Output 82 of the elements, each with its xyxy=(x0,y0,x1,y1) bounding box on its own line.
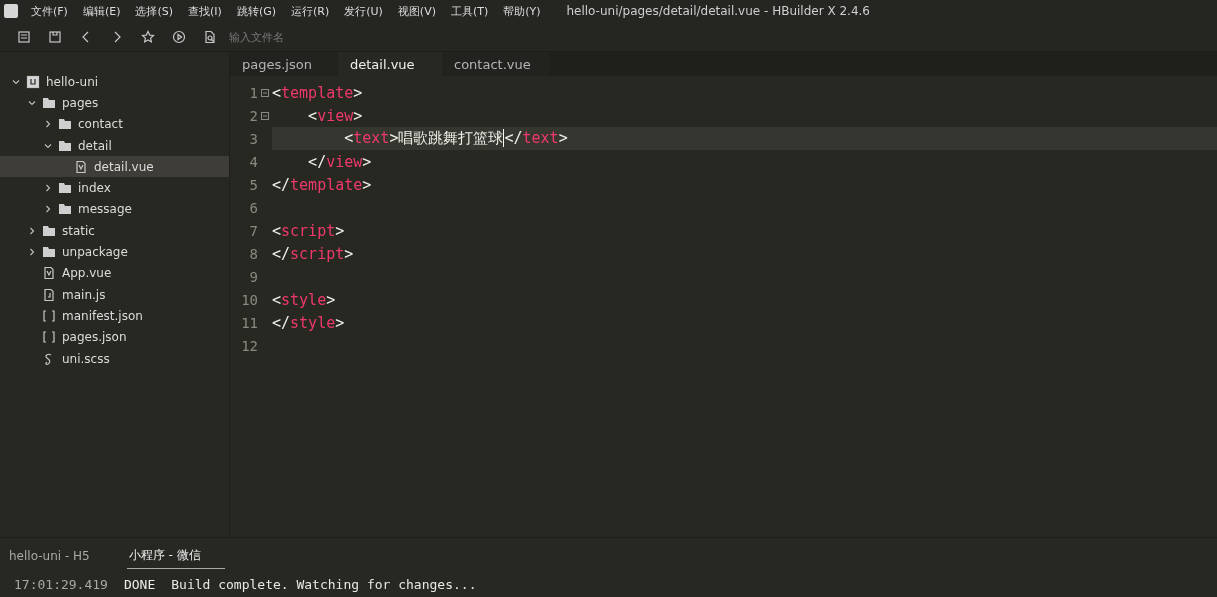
code-line: </script> xyxy=(272,244,354,263)
vue-file-icon xyxy=(74,159,88,174)
line-number: 1 xyxy=(248,84,258,101)
line-number: 8 xyxy=(248,245,258,262)
console-tab[interactable]: 小程序 - 微信 xyxy=(126,541,225,569)
code-line: </view> xyxy=(307,152,372,171)
fold-icon[interactable] xyxy=(261,88,269,97)
code-line: <view> xyxy=(307,106,363,125)
tree-item[interactable]: pages xyxy=(0,92,229,114)
tree-item[interactable]: static xyxy=(0,220,229,242)
outline-icon xyxy=(16,29,31,44)
collapsed-chevron-icon[interactable] xyxy=(28,248,36,256)
fold-icon[interactable] xyxy=(261,111,269,120)
folder-icon xyxy=(58,182,72,195)
menu-item[interactable]: 视图(V) xyxy=(397,3,436,19)
tree-item[interactable]: pages.json xyxy=(0,326,229,348)
play-icon xyxy=(171,29,186,44)
code-line: <style> xyxy=(272,290,336,309)
code-line: <script> xyxy=(272,221,345,240)
line-number: 5 xyxy=(248,176,258,193)
tree-item[interactable]: hello-uni xyxy=(0,71,229,93)
tree-item[interactable]: main.js xyxy=(0,283,229,306)
file-search-field[interactable]: 输入文件名 xyxy=(227,29,427,44)
collapsed-chevron-icon[interactable] xyxy=(44,184,52,193)
json-file-icon xyxy=(42,308,56,323)
log-time: 17:01:29.419 xyxy=(14,577,108,592)
search-icon xyxy=(202,29,217,44)
line-number: 12 xyxy=(240,337,258,354)
folder-icon xyxy=(42,96,56,109)
menu-item[interactable]: 选择(S) xyxy=(135,3,174,19)
line-number: 3 xyxy=(248,130,258,147)
vue-file-icon xyxy=(42,266,56,281)
app-logo-icon xyxy=(4,4,18,18)
line-number: 4 xyxy=(248,153,258,170)
menu-item[interactable]: 运行(R) xyxy=(291,3,330,19)
tree-item[interactable]: index xyxy=(0,177,229,199)
collapsed-chevron-icon[interactable] xyxy=(44,120,52,129)
folder-icon xyxy=(42,246,56,258)
menu-item[interactable]: 工具(T) xyxy=(450,3,489,19)
log-message: Build complete. Watching for changes... xyxy=(171,577,477,592)
log-status: DONE xyxy=(123,577,156,592)
star-icon xyxy=(140,29,155,44)
project-icon xyxy=(26,74,40,89)
code-line: </template> xyxy=(272,175,372,194)
folder-icon xyxy=(42,224,56,237)
menu-item[interactable]: 跳转(G) xyxy=(236,3,276,19)
tree-item[interactable]: contact xyxy=(0,113,229,135)
folder-icon xyxy=(58,139,72,152)
line-number: 7 xyxy=(248,222,258,239)
tree-item[interactable]: detail.vue xyxy=(0,156,229,178)
collapsed-chevron-icon[interactable] xyxy=(44,205,52,214)
menu-item[interactable]: 帮助(Y) xyxy=(503,3,541,19)
code-line: <template> xyxy=(272,83,363,102)
line-number: 11 xyxy=(240,314,258,331)
js-file-icon xyxy=(42,287,56,302)
tree-item[interactable]: detail xyxy=(0,134,229,157)
tree-item[interactable]: message xyxy=(0,198,229,221)
menu-item[interactable]: 查找(I) xyxy=(188,3,222,19)
line-number: 2 xyxy=(248,107,258,124)
line-number: 9 xyxy=(248,268,258,285)
tree-item[interactable]: App.vue xyxy=(0,262,229,284)
console-tab[interactable]: hello-uni - H5 xyxy=(7,542,92,568)
folder-icon xyxy=(58,203,72,216)
json-file-icon xyxy=(42,330,56,345)
editor-tab[interactable]: detail.vue xyxy=(338,52,442,76)
window-title: hello-uni/pages/detail/detail.vue - HBuilder X 2.4.6 xyxy=(566,4,870,18)
save-icon xyxy=(47,29,62,44)
tree-item[interactable]: unpackage xyxy=(0,241,229,263)
folder-icon xyxy=(58,118,72,131)
line-number: 6 xyxy=(248,199,258,216)
menu-item[interactable]: 编辑(E) xyxy=(82,3,121,19)
code-line: <text>唱歌跳舞打篮球</text> xyxy=(343,129,568,148)
expanded-chevron-icon[interactable] xyxy=(12,77,20,86)
menu-item[interactable]: 发行(U) xyxy=(344,3,383,19)
expanded-chevron-icon[interactable] xyxy=(44,141,52,150)
code-line: </style> xyxy=(272,313,345,332)
menu-item[interactable]: 文件(F) xyxy=(31,3,68,19)
tree-item[interactable]: uni.scss xyxy=(0,347,229,370)
tree-item[interactable]: manifest.json xyxy=(0,305,229,327)
expanded-chevron-icon[interactable] xyxy=(28,98,36,107)
line-number: 10 xyxy=(240,291,258,308)
collapsed-chevron-icon[interactable] xyxy=(28,226,36,235)
